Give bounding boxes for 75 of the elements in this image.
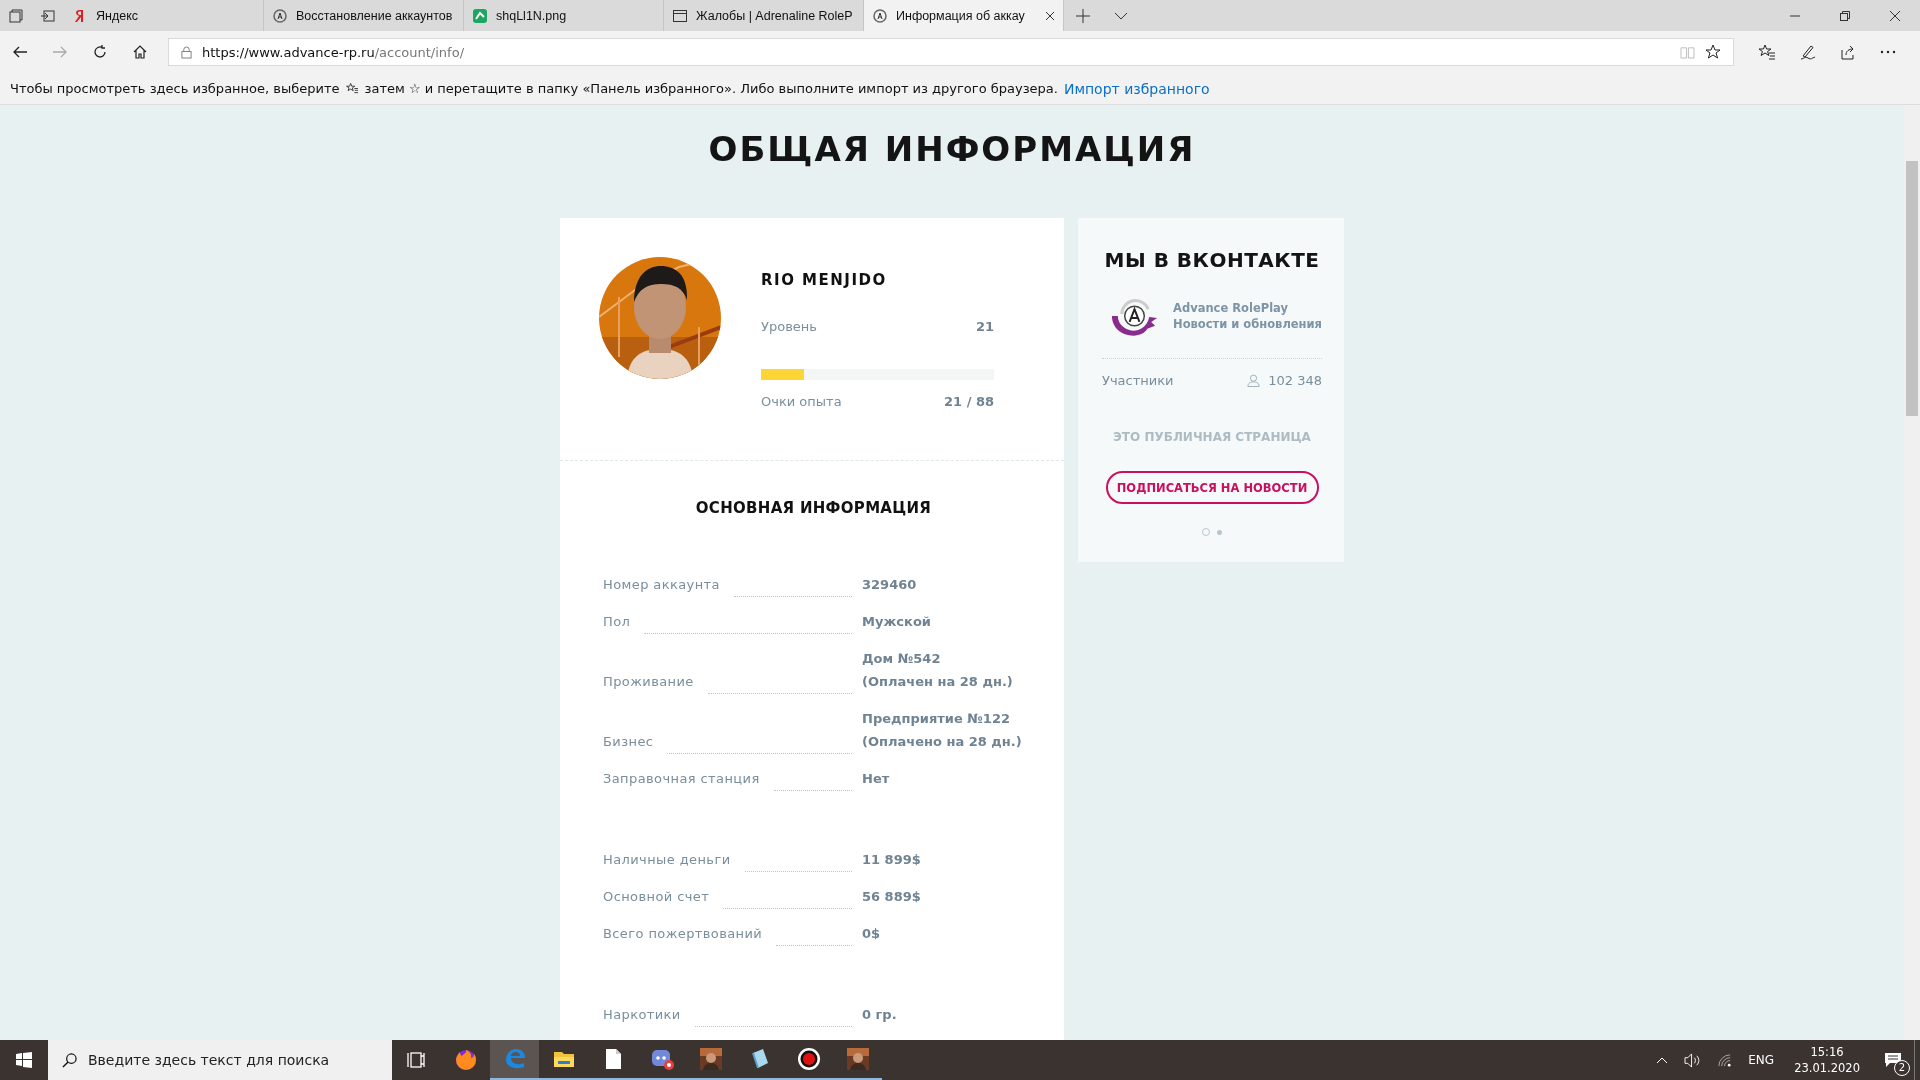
wifi-icon[interactable] bbox=[1717, 1052, 1733, 1068]
address-field[interactable]: https://www.advance-rp.ru/account/info/ bbox=[168, 38, 1734, 66]
xp-label: Очки опыта bbox=[761, 394, 842, 409]
public-page-note: ЭТО ПУБЛИЧНАЯ СТРАНИЦА bbox=[1112, 430, 1312, 444]
game-app-icon bbox=[698, 1047, 723, 1071]
speaker-icon[interactable] bbox=[1684, 1052, 1702, 1068]
info-value: Предприятие №122 (Оплачено на 28 дн.) bbox=[862, 710, 1023, 751]
site-logo-icon bbox=[272, 7, 288, 24]
image-file-icon bbox=[472, 7, 488, 24]
star-icon[interactable] bbox=[1705, 44, 1721, 60]
chat-app-icon bbox=[649, 1047, 674, 1071]
site-logo-icon bbox=[872, 7, 888, 24]
level-value: 21 bbox=[975, 319, 994, 334]
members-label: Участники bbox=[1102, 373, 1174, 388]
clock-time[interactable]: 15:16 bbox=[1810, 1044, 1844, 1060]
page-icon bbox=[672, 7, 688, 24]
group-subtitle: Новости и обновления bbox=[1173, 316, 1322, 332]
back-icon[interactable] bbox=[12, 44, 28, 60]
info-value: Нет bbox=[862, 770, 891, 788]
info-value: 329460 bbox=[862, 576, 918, 594]
import-favorites-link[interactable]: Импорт избранного bbox=[1063, 80, 1210, 97]
favorites-icon bbox=[345, 83, 359, 94]
home-icon[interactable] bbox=[132, 44, 148, 60]
windows-start-icon[interactable] bbox=[16, 1052, 32, 1068]
info-label: Наркотики bbox=[603, 1006, 681, 1024]
chevron-up-icon[interactable] bbox=[1656, 1056, 1669, 1064]
fox-globe-icon bbox=[453, 1048, 478, 1072]
more-icon[interactable] bbox=[1880, 50, 1896, 54]
favorites-hint: Чтобы просмотреть здесь избранное, выберите bbox=[10, 81, 340, 96]
browser-tab[interactable]: Информация об аккау bbox=[864, 0, 1064, 31]
player-name: RIO MENJIDO bbox=[761, 271, 888, 289]
set-aside-tabs-icon[interactable] bbox=[40, 7, 56, 24]
info-label: Основной счет bbox=[603, 888, 710, 906]
info-label: Бизнес bbox=[603, 733, 654, 751]
refresh-icon[interactable] bbox=[92, 44, 108, 60]
task-view-icon bbox=[406, 1050, 427, 1070]
favorites-icon[interactable] bbox=[1758, 44, 1776, 60]
carousel-dot[interactable] bbox=[1217, 529, 1222, 535]
page-title: ОБЩАЯ ИНФОРМАЦИЯ bbox=[708, 129, 1196, 169]
level-label: Уровень bbox=[761, 319, 817, 334]
clock-date[interactable]: 23.01.2020 bbox=[1794, 1060, 1860, 1076]
restore-icon[interactable] bbox=[1840, 10, 1850, 21]
info-label: Проживание bbox=[603, 673, 694, 691]
notification-count: 2 bbox=[1894, 1060, 1910, 1076]
tab-list-icon[interactable] bbox=[8, 7, 24, 24]
lock-icon bbox=[181, 45, 192, 59]
close-tab-icon[interactable] bbox=[1045, 10, 1055, 21]
info-label: Заправочная станция bbox=[603, 770, 760, 788]
info-value: 0$ bbox=[862, 925, 882, 943]
info-value: 11 899$ bbox=[862, 851, 922, 869]
new-tab-icon[interactable] bbox=[1076, 8, 1090, 23]
info-label: Пол bbox=[603, 613, 631, 631]
info-label: Всего пожертвований bbox=[603, 925, 763, 943]
info-label: Наличные деньги bbox=[603, 851, 731, 869]
language-indicator[interactable]: ENG bbox=[1748, 1053, 1775, 1067]
pen-icon[interactable] bbox=[1800, 44, 1816, 60]
xp-value: 21 / 88 bbox=[944, 394, 994, 409]
game-app-icon bbox=[845, 1047, 870, 1071]
share-icon[interactable] bbox=[1840, 44, 1856, 60]
info-value: Дом №542 (Оплачен на 28 дн.) bbox=[862, 650, 1014, 691]
widget-title: МЫ В ВКОНТАКТЕ bbox=[1103, 248, 1321, 272]
info-value: Мужской bbox=[862, 613, 932, 631]
favorites-hint: затем ☆ и перетащите в папку «Панель избранного». Либо выполните импорт из другого браузера. bbox=[364, 81, 1058, 96]
person-icon bbox=[1247, 374, 1261, 387]
taskbar-search-field[interactable]: Введите здесь текст для поиска bbox=[48, 1040, 392, 1080]
members-count: 102 348 bbox=[1268, 373, 1322, 388]
info-value: 56 889$ bbox=[862, 888, 922, 906]
scrollbar[interactable] bbox=[1904, 105, 1920, 1040]
info-value: 0 гр. bbox=[862, 1006, 898, 1024]
record-icon bbox=[796, 1047, 821, 1071]
section-title: ОСНОВНАЯ ИНФОРМАЦИЯ bbox=[694, 499, 933, 517]
close-icon[interactable] bbox=[1890, 10, 1900, 21]
subscribe-button[interactable]: ПОДПИСАТЬСЯ НА НОВОСТИ bbox=[1105, 471, 1319, 504]
search-icon bbox=[62, 1053, 77, 1068]
info-label: Номер аккаунта bbox=[603, 576, 720, 594]
